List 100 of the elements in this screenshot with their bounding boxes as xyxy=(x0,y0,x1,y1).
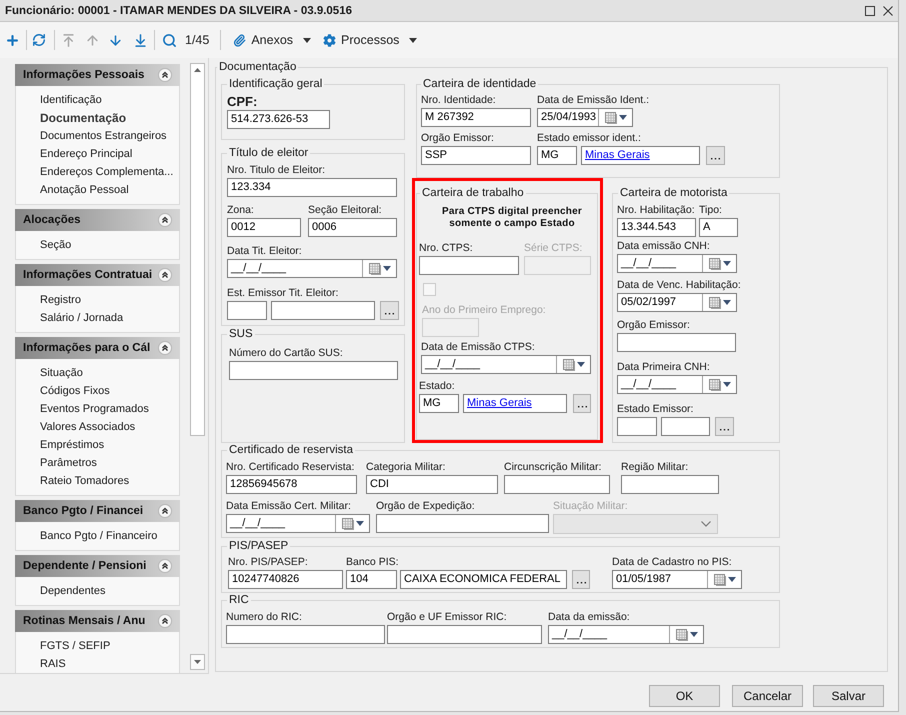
ok-button[interactable]: OK xyxy=(649,685,720,707)
identity-number-field[interactable]: M 267392 xyxy=(421,108,531,127)
paperclip-icon xyxy=(233,34,246,46)
voter-number-field[interactable]: 123.334 xyxy=(227,178,397,197)
issuing-body-field[interactable] xyxy=(376,514,549,533)
group-title: Documentação xyxy=(218,60,298,74)
military-district-field[interactable] xyxy=(504,475,610,494)
nav-item[interactable]: Endereços Complementa... xyxy=(40,163,174,181)
chevron-down-icon xyxy=(701,521,711,527)
section-header[interactable]: Alocações xyxy=(15,209,180,231)
section-header[interactable]: Informações Pessoais xyxy=(15,64,180,86)
field-label: Data de Cadastro no PIS: xyxy=(612,555,732,569)
section-header[interactable]: Rotinas Mensais / Anu xyxy=(15,610,180,632)
caret-icon xyxy=(722,261,730,266)
attachments-menu-button[interactable]: Anexos xyxy=(233,29,312,51)
nav-item[interactable]: Anotação Pessoal xyxy=(40,181,129,199)
voter-date-field[interactable]: __/__/____ xyxy=(227,259,397,278)
field-label: Nro. Habilitação: xyxy=(617,203,695,217)
license-state-name-field[interactable] xyxy=(661,417,710,436)
nav-item[interactable]: Parâmetros xyxy=(40,454,97,472)
reservist-date-field[interactable]: __/__/____ xyxy=(226,514,370,533)
cpf-field[interactable]: 514.273.626-53 xyxy=(227,110,330,129)
ric-issuer-field[interactable] xyxy=(387,625,542,644)
nav-item[interactable]: Endereço Principal xyxy=(40,145,132,163)
license-number-field[interactable]: 13.344.543 xyxy=(617,218,696,237)
nav-item[interactable]: RAIS xyxy=(40,655,66,673)
nav-item[interactable]: Documentos Estrangeiros xyxy=(40,127,167,145)
group-title: SUS xyxy=(228,327,254,341)
nav-item[interactable]: FGTS / SEFIP xyxy=(40,637,110,655)
scroll-up-button[interactable] xyxy=(190,63,205,77)
group-title: Certificado de reservista xyxy=(228,443,354,457)
voter-section-field[interactable]: 0006 xyxy=(308,218,397,237)
field-label: Data emissão CNH: xyxy=(617,239,710,253)
calendar-icon xyxy=(368,262,380,274)
identity-issuer-field[interactable]: SSP xyxy=(421,146,531,165)
pis-number-field[interactable]: 10247740826 xyxy=(228,570,343,589)
nav-item[interactable]: Rateio Tomadores xyxy=(40,472,130,490)
nav-item[interactable]: Banco Pgto / Financeiro xyxy=(40,527,158,545)
nav-item[interactable]: Dependentes xyxy=(40,582,106,600)
first-license-date-field[interactable]: __/__/____ xyxy=(617,375,737,394)
license-type-field[interactable]: A xyxy=(699,218,738,237)
refresh-icon xyxy=(32,33,46,47)
voter-state-name-field[interactable] xyxy=(271,301,375,320)
bank-name-field[interactable]: CAIXA ECONOMICA FEDERAL xyxy=(400,570,567,589)
identity-state-code-field[interactable]: MG xyxy=(537,146,577,165)
ctps-number-field[interactable] xyxy=(419,256,519,275)
nav-item[interactable]: Seção xyxy=(40,236,72,254)
field-label: Estado Emissor: xyxy=(617,402,694,416)
field-label: Orgão Emissor: xyxy=(421,131,494,145)
section-header[interactable]: Informações Contratuai xyxy=(15,264,180,286)
ric-number-field[interactable] xyxy=(226,625,385,644)
nav-item[interactable]: Salário / Jornada xyxy=(40,309,124,327)
license-issuer-field[interactable] xyxy=(617,333,736,352)
nav-item[interactable]: Registro xyxy=(40,291,81,309)
military-region-field[interactable] xyxy=(621,475,719,494)
license-issue-date-field[interactable]: __/__/____ xyxy=(617,254,737,273)
calendar-icon xyxy=(714,574,726,586)
arrow-up-to-line-icon xyxy=(60,32,76,48)
nav-item[interactable]: Documentação xyxy=(40,109,126,127)
ric-date-field[interactable]: __/__/____ xyxy=(548,625,704,644)
ctps-date-field[interactable]: __/__/____ xyxy=(421,355,591,374)
nav-item[interactable]: Situação xyxy=(40,364,83,382)
close-button[interactable] xyxy=(882,4,894,16)
maximize-button[interactable] xyxy=(864,4,876,16)
zone-field[interactable]: 0012 xyxy=(227,218,301,237)
cancel-button[interactable]: Cancelar xyxy=(732,685,803,707)
nav-item[interactable]: Códigos Fixos xyxy=(40,382,110,400)
field-label: Data Tit. Eleitor: xyxy=(227,244,302,258)
section-header[interactable]: Banco Pgto / Financei xyxy=(15,500,180,522)
reservist-number-field[interactable]: 12856945678 xyxy=(226,475,357,494)
bank-code-field[interactable]: 104 xyxy=(346,570,397,589)
voter-state-code-field[interactable] xyxy=(227,301,267,320)
field-label: Banco PIS: xyxy=(346,555,399,569)
sus-card-field[interactable] xyxy=(229,361,398,380)
maximize-icon xyxy=(865,6,875,16)
nav-item[interactable]: Empréstimos xyxy=(40,436,104,454)
lookup-button[interactable] xyxy=(573,394,591,413)
field-label: Orgão Emissor: xyxy=(617,318,690,332)
ctps-state-link-field[interactable]: Minas Gerais xyxy=(463,394,567,413)
pis-date-field[interactable]: 01/05/1987 xyxy=(612,570,742,589)
close-icon xyxy=(883,6,893,16)
license-state-code-field[interactable] xyxy=(617,417,657,436)
calendar-icon xyxy=(562,358,574,370)
nav-item[interactable]: Eventos Programados xyxy=(40,400,149,418)
scrollbar-thumb[interactable] xyxy=(190,77,205,436)
nav-item[interactable]: Valores Associados xyxy=(40,418,136,436)
military-category-field[interactable]: CDI xyxy=(366,475,498,494)
ctps-state-code-field[interactable]: MG xyxy=(419,394,459,413)
lookup-button[interactable] xyxy=(572,570,590,589)
scroll-down-button[interactable] xyxy=(190,654,205,670)
nav-item[interactable]: Identificação xyxy=(40,91,102,109)
save-button[interactable]: Salvar xyxy=(813,685,884,707)
caret-icon xyxy=(690,632,698,637)
section-header[interactable]: Dependente / Pensioni xyxy=(15,555,180,577)
processes-menu-button[interactable]: Processos xyxy=(323,29,418,51)
field-label: Categoria Militar: xyxy=(366,460,446,474)
section-header[interactable]: Informações para o Cál xyxy=(15,337,180,359)
identity-state-link-field[interactable]: Minas Gerais xyxy=(581,146,700,165)
license-expiry-date-field[interactable]: 05/02/1997 xyxy=(617,293,737,312)
identity-date-field[interactable]: 25/04/1993 xyxy=(537,108,633,127)
